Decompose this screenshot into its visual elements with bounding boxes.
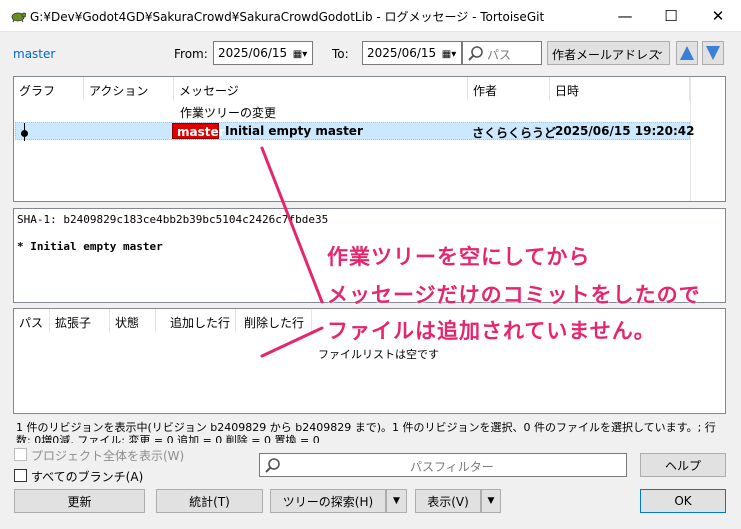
annotation-line-3: ファイルは追加されていません。 (327, 319, 656, 343)
annotation-arrow-upper (260, 146, 324, 304)
annotation-line-2: メッセージだけのコミットをしたので (327, 283, 701, 307)
annotation-arrow-lower (260, 326, 324, 358)
annotation-line-1: 作業ツリーを空にしてから (327, 245, 591, 269)
